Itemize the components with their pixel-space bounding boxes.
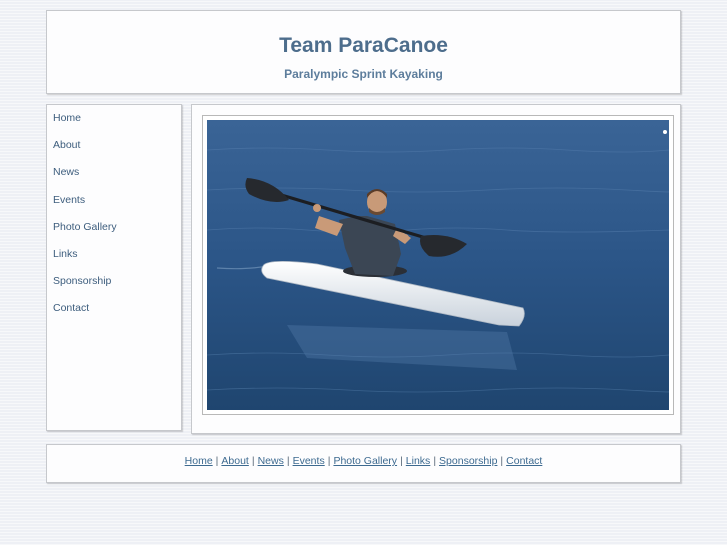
photo-frame: [202, 115, 674, 415]
sidebar-nav: Home About News Events Photo Gallery Lin…: [47, 105, 181, 329]
footer-link-links[interactable]: Links: [406, 455, 431, 467]
sidebar-item-about[interactable]: About: [53, 138, 181, 165]
footer-separator: |: [286, 455, 290, 467]
footer-separator: |: [327, 455, 331, 467]
footer-separator: |: [400, 455, 403, 467]
footer-link-about[interactable]: About: [221, 455, 248, 467]
footer-separator: |: [500, 455, 504, 467]
footer-nav: Home | About | News | Events | Photo Gallery | Lin…: [47, 455, 680, 467]
footer-link-events[interactable]: Events: [293, 455, 325, 467]
footer-link-sponsorship[interactable]: Sponsorship: [439, 455, 497, 467]
sidebar-item-news[interactable]: News: [53, 165, 181, 192]
sidebar-item-events[interactable]: Events: [53, 193, 181, 220]
footer-link-news[interactable]: News: [258, 455, 284, 467]
site-subtitle: Paralympic Sprint Kayaking: [284, 67, 443, 81]
sidebar-item-contact[interactable]: Contact: [53, 301, 181, 328]
sidebar-item-sponsorship[interactable]: Sponsorship: [53, 274, 181, 301]
footer-link-photo-gallery[interactable]: Photo Gallery: [333, 455, 397, 467]
sidebar-item-home[interactable]: Home: [53, 111, 181, 138]
main-content: [191, 104, 681, 434]
footer-separator: |: [251, 455, 255, 467]
sidebar-item-links[interactable]: Links: [53, 247, 181, 274]
sidebar: Home About News Events Photo Gallery Lin…: [46, 104, 182, 431]
kayaker-photo: [207, 120, 669, 410]
site-title: Team ParaCanoe: [279, 34, 448, 57]
footer-separator: |: [215, 455, 219, 467]
footer-separator: |: [433, 455, 437, 467]
site-header: Team ParaCanoe Paralympic Sprint Kayakin…: [46, 10, 681, 94]
site-footer: Home | About | News | Events | Photo Gallery | Lin…: [46, 444, 681, 483]
footer-link-contact[interactable]: Contact: [506, 455, 542, 467]
footer-link-home[interactable]: Home: [185, 455, 213, 467]
sidebar-item-photo-gallery[interactable]: Photo Gallery: [53, 220, 181, 247]
